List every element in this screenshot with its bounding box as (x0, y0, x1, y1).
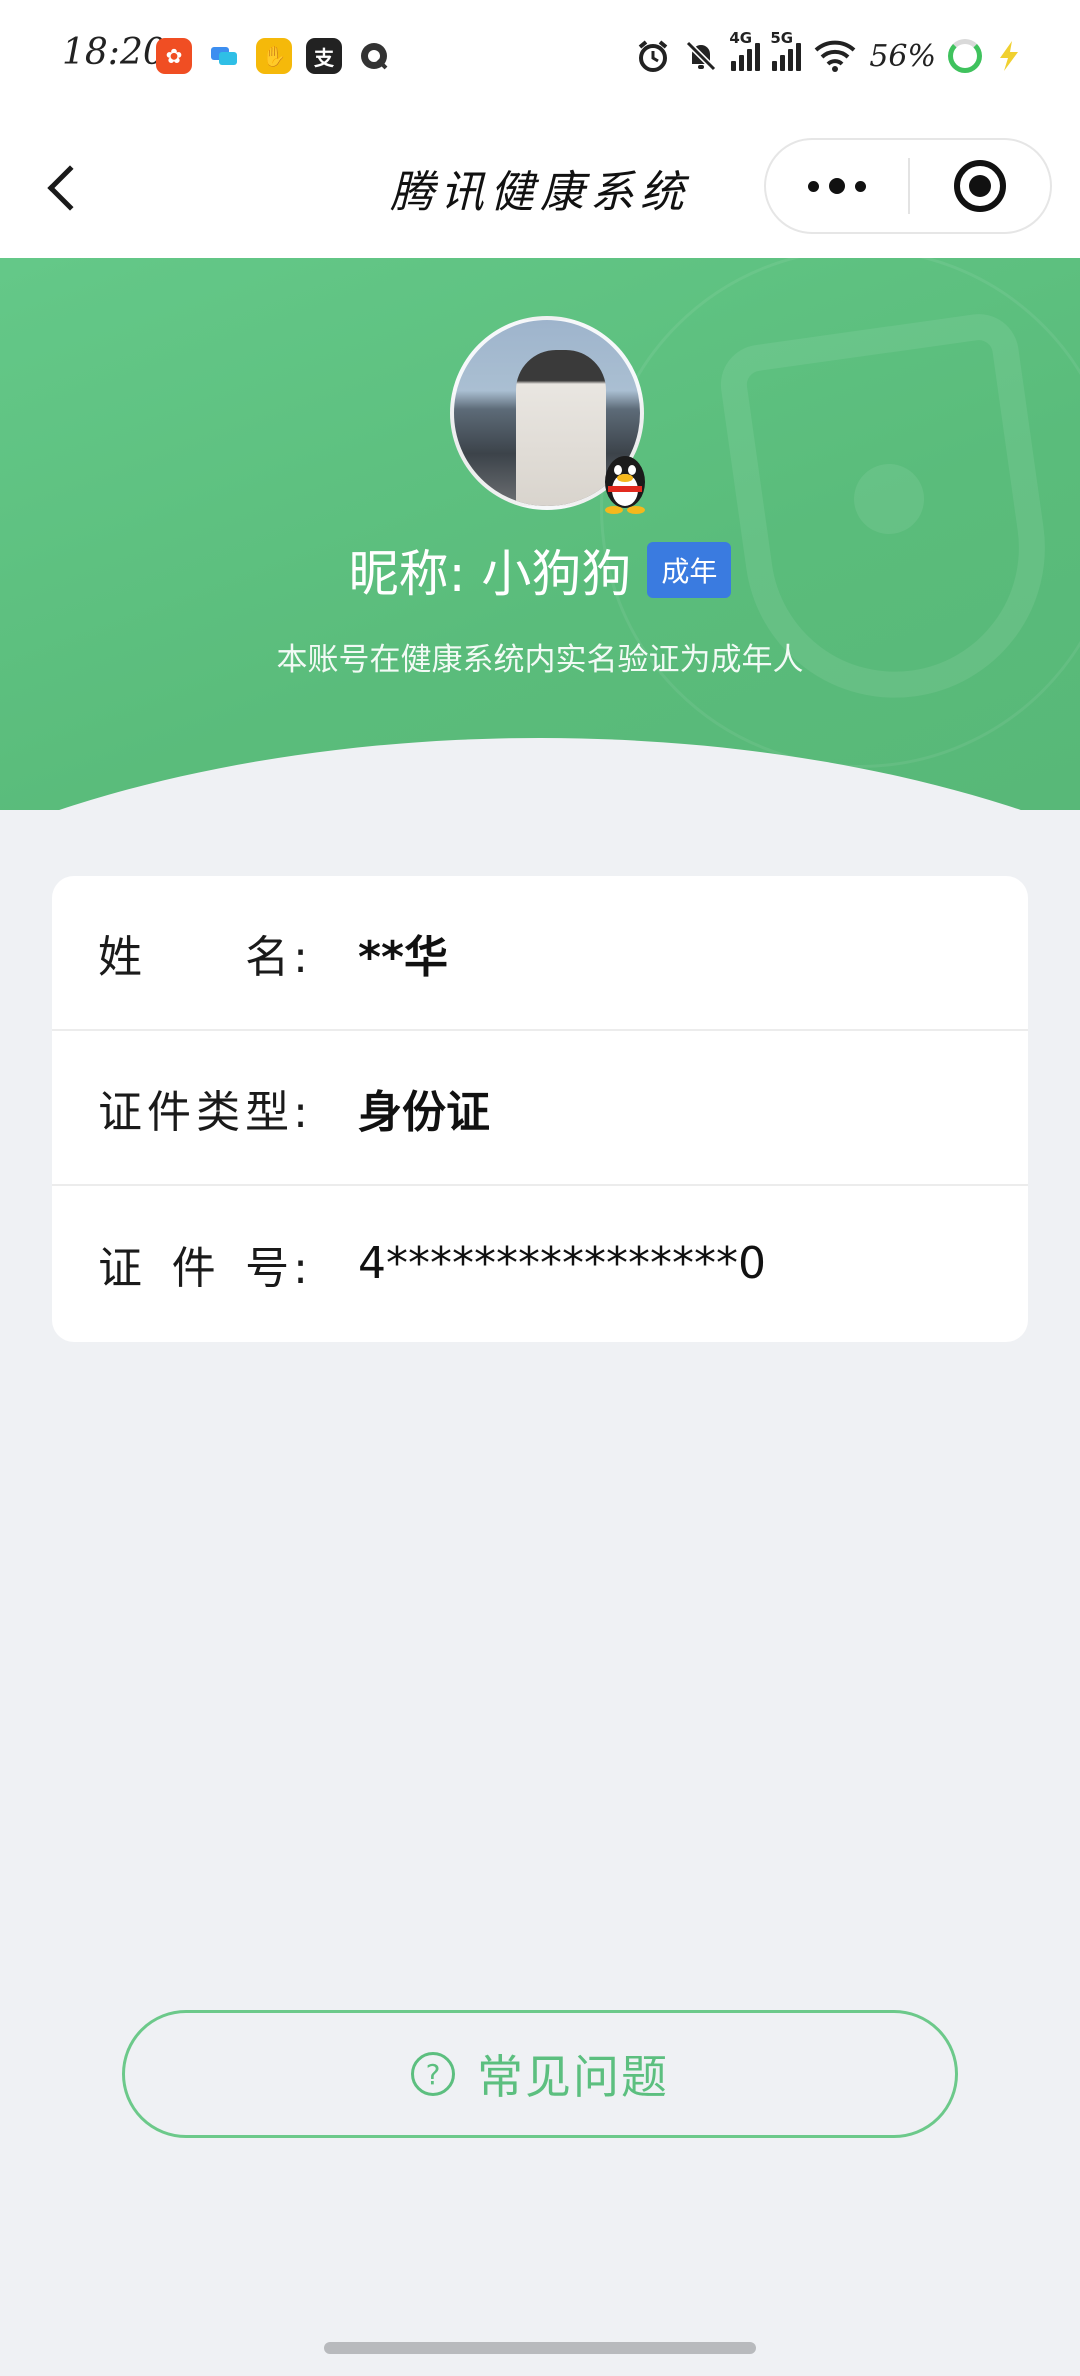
browser-icon (356, 38, 392, 74)
battery-ring-icon (948, 39, 982, 73)
battery-percent: 56% (869, 38, 936, 74)
signal-5g-icon: 5G (770, 29, 802, 71)
alipay-icon: 支 (306, 38, 342, 74)
profile-header: 昵称: 小狗狗 成年 本账号在健康系统内实名验证为成年人 (0, 258, 1080, 810)
alarm-icon (639, 40, 668, 72)
signal-4g-icon: 4G (729, 29, 761, 71)
label-char: 类 (196, 1086, 241, 1138)
status-time: 18:20 (62, 32, 166, 73)
charging-bolt-icon (1000, 41, 1018, 71)
qq-penguin-icon (605, 456, 645, 514)
info-value-id-number: 4****************0 (358, 1238, 766, 1289)
notification-app-icons: ✿ ✋ 支 (156, 38, 392, 74)
yellow-app-icon: ✋ (256, 38, 292, 74)
label-char: 姓 (98, 931, 142, 983)
info-value-id-type: 身份证 (358, 1086, 490, 1138)
kuaishou-icon: ✿ (156, 38, 192, 74)
adult-badge: 成年 (647, 542, 732, 598)
label-colon: : (293, 1242, 308, 1294)
mute-bell-icon (686, 40, 717, 72)
question-circle-icon: ? (411, 2052, 455, 2096)
network-5g-label: 5G (770, 29, 794, 47)
nav-bar: 腾讯健康系统 (0, 120, 1080, 258)
label-char: 证 (98, 1242, 142, 1294)
status-bar: 18:20 ✿ ✋ 支 4G 5G 56% (0, 0, 1080, 120)
info-label-id-number: 证 件 号: (98, 1232, 308, 1296)
label-char: 证 (98, 1086, 142, 1138)
faq-label: 常见问题 (477, 2050, 669, 2104)
avatar-person-figure (516, 350, 606, 506)
more-button[interactable] (766, 140, 908, 232)
close-miniprogram-button[interactable] (910, 140, 1050, 232)
network-4g-label: 4G (729, 29, 753, 47)
info-row-id-type: 证 件 类 型: 身份证 (52, 1031, 1028, 1186)
info-row-id-number: 证 件 号: 4****************0 (52, 1186, 1028, 1341)
info-label-name: 姓 名: (98, 921, 308, 985)
wifi-icon (814, 40, 856, 72)
target-icon (954, 160, 1006, 212)
miniprogram-capsule (764, 138, 1052, 234)
status-indicators: 4G 5G 56% (635, 29, 1024, 78)
info-row-name: 姓 名: **华 (52, 876, 1028, 1031)
label-char: 号 (245, 1242, 290, 1294)
label-colon: : (293, 1086, 308, 1138)
info-value-name: **华 (358, 931, 449, 983)
home-indicator[interactable] (324, 2342, 756, 2354)
label-char: 型 (245, 1086, 290, 1138)
nickname: 昵称: 小狗狗 (348, 545, 632, 603)
nickname-row: 昵称: 小狗狗 成年 (0, 534, 1080, 606)
chat-bubble-icon (206, 38, 242, 74)
faq-button[interactable]: ? 常见问题 (122, 2010, 958, 2138)
verification-text: 本账号在健康系统内实名验证为成年人 (276, 642, 804, 678)
label-char: 名 (245, 931, 290, 983)
label-colon: : (293, 931, 308, 983)
label-char: 件 (171, 1242, 216, 1294)
info-label-id-type: 证 件 类 型: (98, 1076, 308, 1140)
identity-info-card: 姓 名: **华 证 件 类 型: 身份证 证 件 号: 4**********… (52, 876, 1028, 1342)
label-char: 件 (147, 1086, 192, 1138)
